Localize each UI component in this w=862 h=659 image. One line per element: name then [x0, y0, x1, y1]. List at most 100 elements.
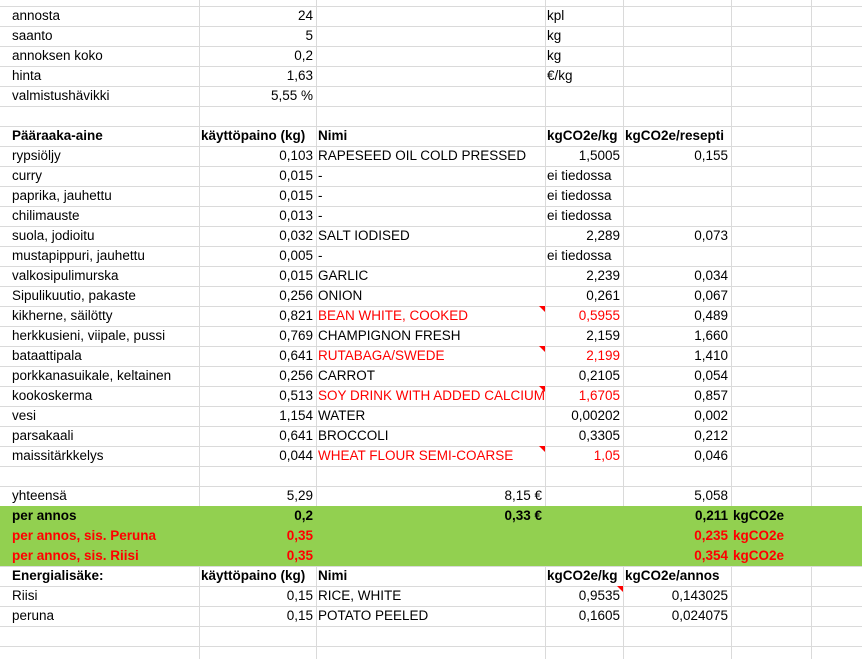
- ingredient-co2-per-recipe[interactable]: [623, 246, 731, 266]
- ingredient-name[interactable]: paprika, jauhettu: [0, 186, 199, 206]
- per-serving-co2[interactable]: 0,211: [623, 506, 731, 526]
- param-value[interactable]: 24: [199, 6, 316, 26]
- ingredient-weight[interactable]: 0,769: [199, 326, 316, 346]
- per-serving-label[interactable]: per annos, sis. Peruna: [0, 526, 199, 546]
- energy-match[interactable]: POTATO PEELED: [316, 606, 545, 626]
- per-serving-co2[interactable]: 0,354: [623, 546, 731, 566]
- energy-row[interactable]: peruna 0,15 POTATO PEELED 0,1605 0,02407…: [0, 606, 862, 626]
- ingredient-name[interactable]: Sipulikuutio, pakaste: [0, 286, 199, 306]
- param-unit[interactable]: kpl: [545, 6, 623, 26]
- ingredient-match[interactable]: SOY DRINK WITH ADDED CALCIUM: [316, 386, 545, 406]
- param-row[interactable]: saanto 5 kg: [0, 26, 862, 46]
- ingredient-weight[interactable]: 0,044: [199, 446, 316, 466]
- ingredient-weight[interactable]: 0,641: [199, 346, 316, 366]
- ingredient-row[interactable]: paprika, jauhettu 0,015- ei tiedossa: [0, 186, 862, 206]
- ingredient-weight[interactable]: 0,013: [199, 206, 316, 226]
- ingredient-match[interactable]: ONION: [316, 286, 545, 306]
- ingredient-co2-per-recipe[interactable]: 0,002: [623, 406, 731, 426]
- ingredient-row[interactable]: suola, jodioitu 0,032 SALT IODISED 2,289 0,0…: [0, 226, 862, 246]
- ingredient-co2-per-recipe[interactable]: [623, 166, 731, 186]
- ingredient-co2-per-kg[interactable]: 2,159: [545, 326, 623, 346]
- param-label[interactable]: hinta: [0, 66, 199, 86]
- ingredient-weight[interactable]: 0,256: [199, 366, 316, 386]
- ingredient-match[interactable]: RAPESEED OIL COLD PRESSED: [316, 146, 545, 166]
- ingredient-co2-per-kg[interactable]: 1,5005: [545, 146, 623, 166]
- param-unit[interactable]: €/kg: [545, 66, 623, 86]
- ingredient-name[interactable]: curry: [0, 166, 199, 186]
- ingredient-co2-per-kg[interactable]: 2,199: [545, 346, 623, 366]
- ingredient-weight[interactable]: 0,641: [199, 426, 316, 446]
- param-label[interactable]: valmistushävikki: [0, 86, 199, 106]
- header-weight[interactable]: käyttöpaino (kg): [199, 126, 316, 146]
- ingredient-name[interactable]: kookoskerma: [0, 386, 199, 406]
- energy-co2-per-kg[interactable]: 0,1605: [545, 606, 623, 626]
- energy-weight[interactable]: 0,15: [199, 606, 316, 626]
- ingredient-row[interactable]: parsakaali 0,641 BROCCOLI 0,3305 0,212: [0, 426, 862, 446]
- header-co2-per-kg[interactable]: kgCO2e/kg: [545, 566, 623, 586]
- ingredient-match[interactable]: -: [316, 206, 545, 226]
- ingredient-co2-per-recipe[interactable]: 0,073: [623, 226, 731, 246]
- ingredient-co2-per-kg[interactable]: 0,261: [545, 286, 623, 306]
- energy-weight[interactable]: 0,15: [199, 586, 316, 606]
- ingredient-row[interactable]: vesi 1,154 WATER 0,00202 0,002: [0, 406, 862, 426]
- per-serving-weight[interactable]: 0,35: [199, 546, 316, 566]
- param-value[interactable]: 0,2: [199, 46, 316, 66]
- ingredient-row[interactable]: porkkanasuikale, keltainen 0,256 CARROT 0,2…: [0, 366, 862, 386]
- ingredient-co2-per-kg[interactable]: ei tiedossa: [545, 206, 623, 226]
- ingredient-row[interactable]: kikherne, säilötty 0,821 BEAN WHITE, COOKE…: [0, 306, 862, 326]
- ingredient-name[interactable]: rypsiöljy: [0, 146, 199, 166]
- ingredient-co2-per-kg[interactable]: ei tiedossa: [545, 166, 623, 186]
- ingredient-match[interactable]: SALT IODISED: [316, 226, 545, 246]
- param-row[interactable]: annoksen koko 0,2 kg: [0, 46, 862, 66]
- energy-name[interactable]: Riisi: [0, 586, 199, 606]
- ingredient-match[interactable]: -: [316, 166, 545, 186]
- per-serving-weight[interactable]: 0,35: [199, 526, 316, 546]
- ingredient-co2-per-kg[interactable]: 0,3305: [545, 426, 623, 446]
- header-main-ingredient[interactable]: Pääraaka-aine: [0, 126, 199, 146]
- energy-match[interactable]: RICE, WHITE: [316, 586, 545, 606]
- param-row[interactable]: valmistushävikki 5,55 %: [0, 86, 862, 106]
- ingredient-weight[interactable]: 0,015: [199, 186, 316, 206]
- ingredient-weight[interactable]: 0,821: [199, 306, 316, 326]
- param-label[interactable]: saanto: [0, 26, 199, 46]
- ingredient-match[interactable]: -: [316, 246, 545, 266]
- per-serving-price[interactable]: 0,33 €: [316, 506, 545, 526]
- total-label[interactable]: yhteensä: [0, 486, 199, 506]
- ingredient-co2-per-kg[interactable]: 2,239: [545, 266, 623, 286]
- ingredient-weight[interactable]: 0,015: [199, 266, 316, 286]
- header-name[interactable]: Nimi: [316, 126, 545, 146]
- ingredient-co2-per-recipe[interactable]: 0,034: [623, 266, 731, 286]
- param-unit[interactable]: kg: [545, 26, 623, 46]
- ingredient-match[interactable]: CARROT: [316, 366, 545, 386]
- ingredient-weight[interactable]: 0,032: [199, 226, 316, 246]
- ingredient-row[interactable]: herkkusieni, viipale, pussi 0,769 CHAMPIGN…: [0, 326, 862, 346]
- energy-name[interactable]: peruna: [0, 606, 199, 626]
- ingredient-match[interactable]: RUTABAGA/SWEDE: [316, 346, 545, 366]
- per-serving-unit[interactable]: kgCO2e: [731, 526, 811, 546]
- ingredient-co2-per-recipe[interactable]: [623, 206, 731, 226]
- header-co2-per-kg[interactable]: kgCO2e/kg: [545, 126, 623, 146]
- ingredient-match[interactable]: WHEAT FLOUR SEMI-COARSE: [316, 446, 545, 466]
- spreadsheet-grid[interactable]: annosta 24 kpl saanto 5 kg annoksen koko…: [0, 0, 862, 659]
- ingredient-name[interactable]: porkkanasuikale, keltainen: [0, 366, 199, 386]
- total-row[interactable]: yhteensä 5,29 8,15 € 5,058: [0, 486, 862, 506]
- ingredient-co2-per-recipe[interactable]: 0,857: [623, 386, 731, 406]
- ingredient-co2-per-recipe[interactable]: 0,067: [623, 286, 731, 306]
- ingredient-weight[interactable]: 0,015: [199, 166, 316, 186]
- ingredient-match[interactable]: CHAMPIGNON FRESH: [316, 326, 545, 346]
- ingredient-row[interactable]: valkosipulimurska 0,015 GARLIC 2,239 0,034: [0, 266, 862, 286]
- per-serving-row[interactable]: per annos 0,2 0,33 € 0,211 kgCO2e: [0, 506, 862, 526]
- ingredient-match[interactable]: -: [316, 186, 545, 206]
- header-energy-supplement[interactable]: Energialisäke:: [0, 566, 199, 586]
- ingredient-row[interactable]: bataattipala 0,641 RUTABAGA/SWEDE 2,199 1,41…: [0, 346, 862, 366]
- ingredient-match[interactable]: GARLIC: [316, 266, 545, 286]
- ingredient-name[interactable]: vesi: [0, 406, 199, 426]
- per-serving-weight[interactable]: 0,2: [199, 506, 316, 526]
- ingredient-co2-per-recipe[interactable]: 0,046: [623, 446, 731, 466]
- energy-co2-per-serving[interactable]: 0,024075: [623, 606, 731, 626]
- per-serving-potato-row[interactable]: per annos, sis. Peruna 0,35 0,235 kgCO2e: [0, 526, 862, 546]
- param-value[interactable]: 1,63: [199, 66, 316, 86]
- param-label[interactable]: annosta: [0, 6, 199, 26]
- param-label[interactable]: annoksen koko: [0, 46, 199, 66]
- ingredient-name[interactable]: kikherne, säilötty: [0, 306, 199, 326]
